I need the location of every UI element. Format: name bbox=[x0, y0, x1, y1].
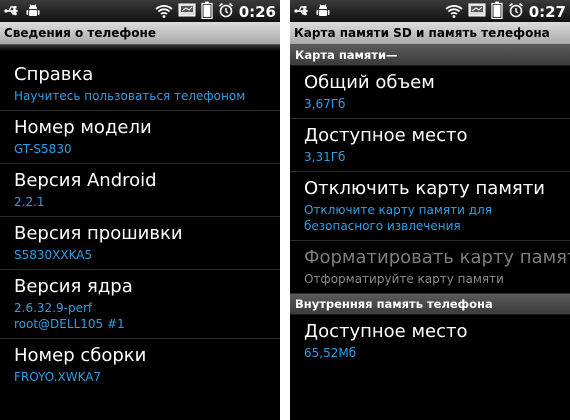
list-item-subtitle: S5830XXKA5 bbox=[14, 248, 93, 262]
list-item-unmount-sd[interactable]: Отключить карту памяти Отключите карту п… bbox=[290, 172, 570, 241]
list-item-subtitle: 65,52Мб bbox=[304, 346, 357, 360]
android-debug-icon bbox=[316, 3, 330, 22]
list-item-firmware[interactable]: Версия прошивки S5830XXKA5 bbox=[0, 217, 280, 270]
list-item-subtitle: 2.2.1 bbox=[14, 195, 45, 209]
status-time: 0:27 bbox=[528, 3, 566, 21]
status-time: 0:26 bbox=[238, 3, 276, 21]
battery-icon bbox=[491, 1, 503, 23]
list-item-available-space[interactable]: Доступное место 3,31Гб bbox=[290, 119, 570, 172]
list-item-subtitle: 2.6.32.9-perf bbox=[14, 301, 93, 315]
list-item-kernel[interactable]: Версия ядра 2.6.32.9-perf root@DELL105 #… bbox=[0, 270, 280, 339]
section-header-sd-card: Карта памяти— bbox=[290, 45, 570, 66]
status-bar: 0:27 bbox=[290, 0, 570, 22]
list-item-format-sd[interactable]: Форматировать карту памяти Отформатируйт… bbox=[290, 241, 570, 294]
list-item-subtitle: Отключите карту памяти для безопасного и… bbox=[304, 203, 492, 233]
list-item-help[interactable]: Справка Научитесь пользоваться телефоном bbox=[0, 50, 280, 111]
wifi-icon bbox=[445, 3, 463, 22]
alarm-icon bbox=[218, 2, 234, 22]
sd-card-icon bbox=[178, 2, 196, 22]
list-item-internal-available[interactable]: Доступное место 65,52Мб bbox=[290, 315, 570, 367]
screen-title: Сведения о телефоне bbox=[0, 22, 280, 45]
list-item-title: Общий объем bbox=[304, 72, 435, 93]
screen-title: Карта памяти SD и память телефона bbox=[290, 22, 570, 45]
list-item-model[interactable]: Номер модели GT-S5830 bbox=[0, 111, 280, 164]
list-item-title: Версия прошивки bbox=[14, 223, 183, 244]
section-header-internal-storage: Внутренняя память телефона bbox=[290, 294, 570, 315]
list-item-subtitle-2: root@DELL105 #1 bbox=[14, 317, 125, 331]
list-item-subtitle: Научитесь пользоваться телефоном bbox=[14, 89, 246, 103]
usb-icon bbox=[4, 3, 20, 22]
list-item-subtitle: 3,67Гб bbox=[304, 97, 346, 111]
battery-icon bbox=[201, 1, 213, 23]
sd-card-icon bbox=[468, 2, 486, 22]
settings-list: Справка Научитесь пользоваться телефоном… bbox=[0, 50, 280, 420]
list-item-subtitle: GT-S5830 bbox=[14, 142, 72, 156]
list-item-title: Отключить карту памяти bbox=[304, 178, 545, 199]
wifi-icon bbox=[155, 3, 173, 22]
list-item-title: Форматировать карту памяти bbox=[304, 247, 570, 268]
list-item-title: Доступное место bbox=[304, 321, 468, 342]
list-item-title: Номер сборки bbox=[14, 345, 147, 366]
list-item-total-space[interactable]: Общий объем 3,67Гб bbox=[290, 66, 570, 119]
list-item-title: Номер модели bbox=[14, 117, 152, 138]
list-item-title: Версия Android bbox=[14, 170, 157, 191]
settings-list: Карта памяти— Общий объем 3,67Гб Доступн… bbox=[290, 45, 570, 420]
status-bar: 0:26 bbox=[0, 0, 280, 22]
list-item-android-version[interactable]: Версия Android 2.2.1 bbox=[0, 164, 280, 217]
storage-screen: 0:27 Карта памяти SD и память телефона К… bbox=[290, 0, 570, 420]
phone-info-screen: 0:26 Сведения о телефоне Справка Научите… bbox=[0, 0, 280, 420]
list-item-title: Версия ядра bbox=[14, 276, 133, 297]
alarm-icon bbox=[508, 2, 524, 22]
list-item-subtitle: 3,31Гб bbox=[304, 150, 346, 164]
list-item-build[interactable]: Номер сборки FROYO.XWKA7 bbox=[0, 339, 280, 391]
android-debug-icon bbox=[26, 3, 40, 22]
list-item-title: Доступное место bbox=[304, 125, 468, 146]
list-item-subtitle: FROYO.XWKA7 bbox=[14, 370, 102, 384]
usb-icon bbox=[294, 3, 310, 22]
list-item-subtitle: Отформатируйте карту памяти bbox=[304, 272, 504, 286]
list-item-title: Справка bbox=[14, 64, 94, 85]
